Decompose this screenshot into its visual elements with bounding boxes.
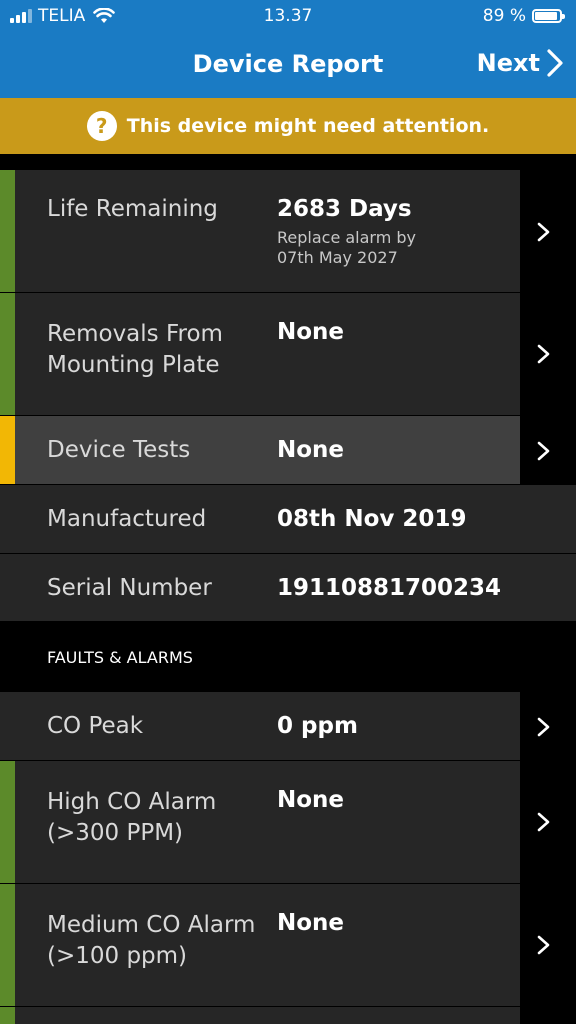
row-label-line2: Mounting Plate: [47, 352, 220, 378]
nav-bar: Device Report Next: [0, 32, 576, 98]
row-co-peak[interactable]: CO Peak 0 ppm: [0, 692, 520, 761]
chevron-right-icon[interactable]: [536, 441, 552, 461]
status-accent: [0, 170, 15, 292]
row-life-remaining[interactable]: Life Remaining 2683 Days Replace alarm b…: [0, 170, 520, 293]
row-serial-number: Serial Number 19110881700234: [0, 554, 576, 622]
chevron-right-icon[interactable]: [536, 812, 552, 832]
row-label: Manufactured: [47, 506, 207, 532]
row-label: Device Tests: [47, 437, 191, 463]
row-value: None: [277, 437, 345, 463]
row-removals[interactable]: Removals From Mounting Plate None: [0, 293, 520, 416]
row-value: 08th Nov 2019: [277, 506, 467, 532]
row-value: None: [277, 319, 345, 345]
row-value: 2683 Days: [277, 196, 412, 222]
next-button[interactable]: Next: [477, 49, 564, 77]
row-label: Serial Number: [47, 575, 212, 601]
status-accent: [0, 761, 15, 883]
row-manufactured: Manufactured 08th Nov 2019: [0, 485, 576, 554]
chevron-right-icon[interactable]: [536, 344, 552, 364]
status-accent: [0, 293, 15, 415]
row-partial[interactable]: [0, 1007, 520, 1024]
status-accent: [0, 884, 15, 1006]
row-medium-co-alarm[interactable]: Medium CO Alarm (>100 ppm) None: [0, 884, 520, 1007]
row-label: CO Peak: [47, 713, 144, 739]
row-device-tests[interactable]: Device Tests None: [0, 416, 520, 485]
next-label: Next: [476, 49, 540, 77]
section-header-faults: FAULTS & ALARMS: [47, 648, 193, 667]
row-label-line2: (>100 ppm): [47, 943, 188, 969]
chevron-right-icon[interactable]: [536, 222, 552, 242]
status-right: 89 %: [482, 6, 565, 26]
status-bar: TELIA 13.37 89 %: [0, 0, 576, 32]
banner-text: This device might need attention.: [126, 115, 490, 137]
chevron-right-icon[interactable]: [536, 935, 552, 955]
row-label-line2: (>300 PPM): [47, 820, 184, 846]
row-subtext: Replace alarm by: [277, 228, 417, 247]
battery-icon: [532, 9, 565, 23]
question-icon: ?: [86, 111, 117, 141]
row-value: None: [277, 910, 345, 936]
chevron-right-icon: [547, 49, 563, 77]
chevron-right-icon[interactable]: [536, 717, 552, 737]
status-accent: [0, 1007, 15, 1024]
row-high-co-alarm[interactable]: High CO Alarm (>300 PPM) None: [0, 761, 520, 884]
battery-percent: 89 %: [482, 6, 526, 26]
row-value: 0 ppm: [277, 713, 358, 739]
status-accent: [0, 416, 15, 484]
row-label-line1: High CO Alarm: [47, 789, 217, 815]
row-value: None: [277, 787, 345, 813]
row-value: 19110881700234: [277, 575, 502, 601]
row-label-line1: Medium CO Alarm: [47, 912, 256, 938]
attention-banner: ? This device might need attention.: [0, 98, 576, 154]
row-label: Life Remaining: [47, 196, 218, 222]
row-label-line1: Removals From: [47, 321, 223, 347]
row-subtext: 07th May 2027: [277, 248, 398, 267]
